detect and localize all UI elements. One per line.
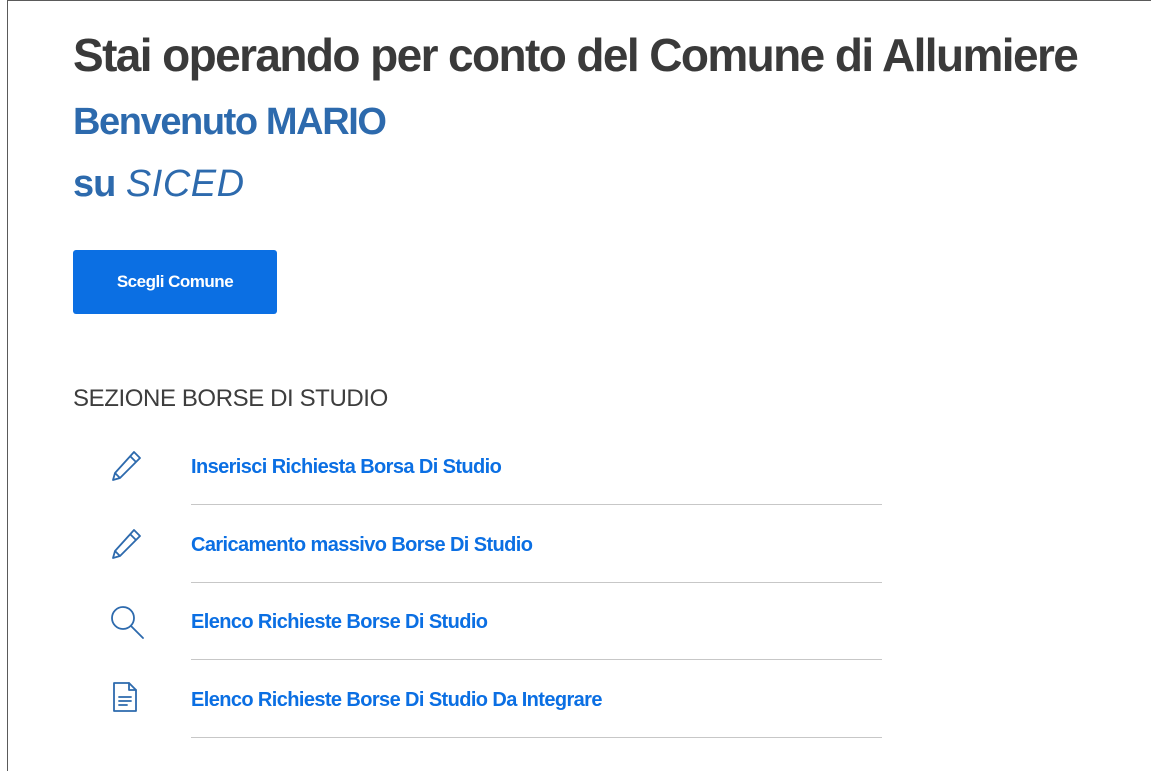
menu-link-requests-to-integrate[interactable]: Elenco Richieste Borse Di Studio Da Inte… bbox=[191, 688, 603, 712]
pencil-icon[interactable] bbox=[108, 526, 148, 566]
document-icon[interactable] bbox=[110, 680, 150, 720]
choose-municipality-button[interactable]: Scegli Comune bbox=[73, 250, 277, 314]
menu-item-insert-request[interactable]: Inserisci Richiesta Borsa Di Studio bbox=[30, 435, 882, 513]
scholarship-menu: Inserisci Richiesta Borsa Di Studio Cari… bbox=[30, 435, 882, 745]
menu-item-requests-to-integrate[interactable]: Elenco Richieste Borse Di Studio Da Inte… bbox=[30, 668, 882, 746]
menu-link-bulk-upload[interactable]: Caricamento massivo Borse Di Studio bbox=[191, 533, 533, 557]
app-name: SICED bbox=[125, 163, 245, 205]
menu-item-bulk-upload[interactable]: Caricamento massivo Borse Di Studio bbox=[30, 513, 882, 591]
menu-divider bbox=[191, 581, 882, 583]
context-title: Stai operando per conto del Comune di Al… bbox=[73, 29, 1079, 81]
menu-divider bbox=[191, 736, 882, 738]
menu-item-requests-list[interactable]: Elenco Richieste Borse Di Studio bbox=[30, 590, 882, 668]
pencil-icon[interactable] bbox=[108, 448, 148, 488]
menu-link-requests-list[interactable]: Elenco Richieste Borse Di Studio bbox=[191, 610, 488, 634]
app-line: su SICED bbox=[73, 160, 1143, 208]
menu-divider bbox=[191, 504, 882, 505]
menu-divider bbox=[191, 659, 882, 660]
menu-link-insert-request[interactable]: Inserisci Richiesta Borsa Di Studio bbox=[191, 455, 502, 479]
app-prefix: su bbox=[73, 163, 116, 205]
main-content: Stai operando per conto del Comune di Al… bbox=[73, 26, 1143, 414]
welcome-message: Benvenuto MARIO bbox=[73, 101, 387, 143]
section-title: SEZIONE BORSE DI STUDIO bbox=[73, 385, 388, 412]
search-icon[interactable] bbox=[108, 603, 148, 643]
